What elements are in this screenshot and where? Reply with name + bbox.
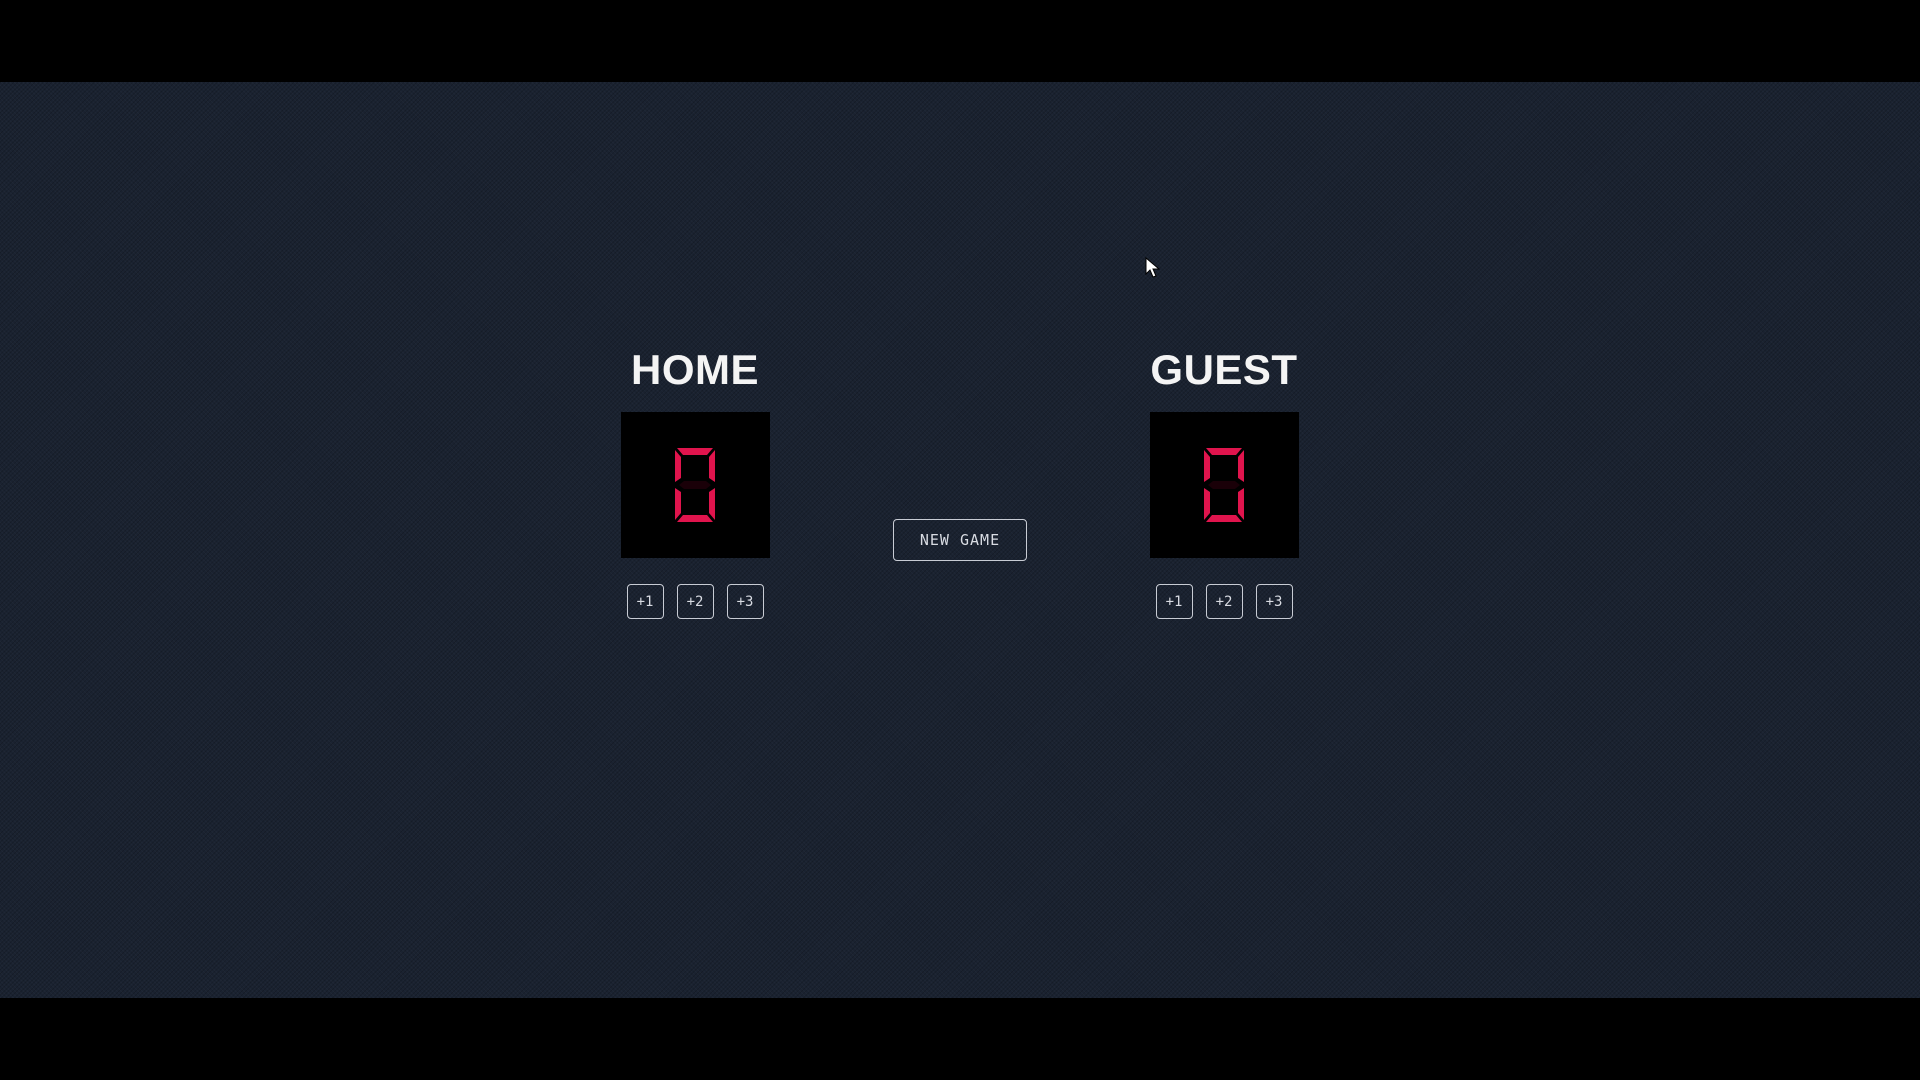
home-add-2-button[interactable]: +2 [676, 584, 714, 619]
letterbox-bottom [0, 998, 1920, 1080]
mouse-pointer-icon [1145, 257, 1161, 278]
home-points-buttons: +1 +2 +3 [615, 584, 775, 619]
guest-add-1-button[interactable]: +1 [1155, 584, 1193, 619]
home-score-digit [675, 448, 715, 522]
home-title: HOME [631, 346, 759, 393]
guest-score-display: 0 [1149, 412, 1299, 558]
home-add-3-button[interactable]: +3 [726, 584, 764, 619]
guest-points-buttons: +1 +2 +3 [1144, 584, 1304, 619]
letterbox-top [0, 0, 1920, 82]
home-add-1-button[interactable]: +1 [626, 584, 664, 619]
home-team-panel: HOME 0 +1 +2 +3 [615, 340, 775, 619]
new-game-button[interactable]: NEW GAME [893, 519, 1027, 561]
guest-add-2-button[interactable]: +2 [1205, 584, 1243, 619]
guest-title: GUEST [1150, 346, 1298, 393]
guest-add-3-button[interactable]: +3 [1255, 584, 1293, 619]
guest-team-panel: GUEST 0 +1 +2 +3 [1144, 340, 1304, 619]
guest-score-digit [1204, 448, 1244, 522]
home-score-display: 0 [620, 412, 770, 558]
